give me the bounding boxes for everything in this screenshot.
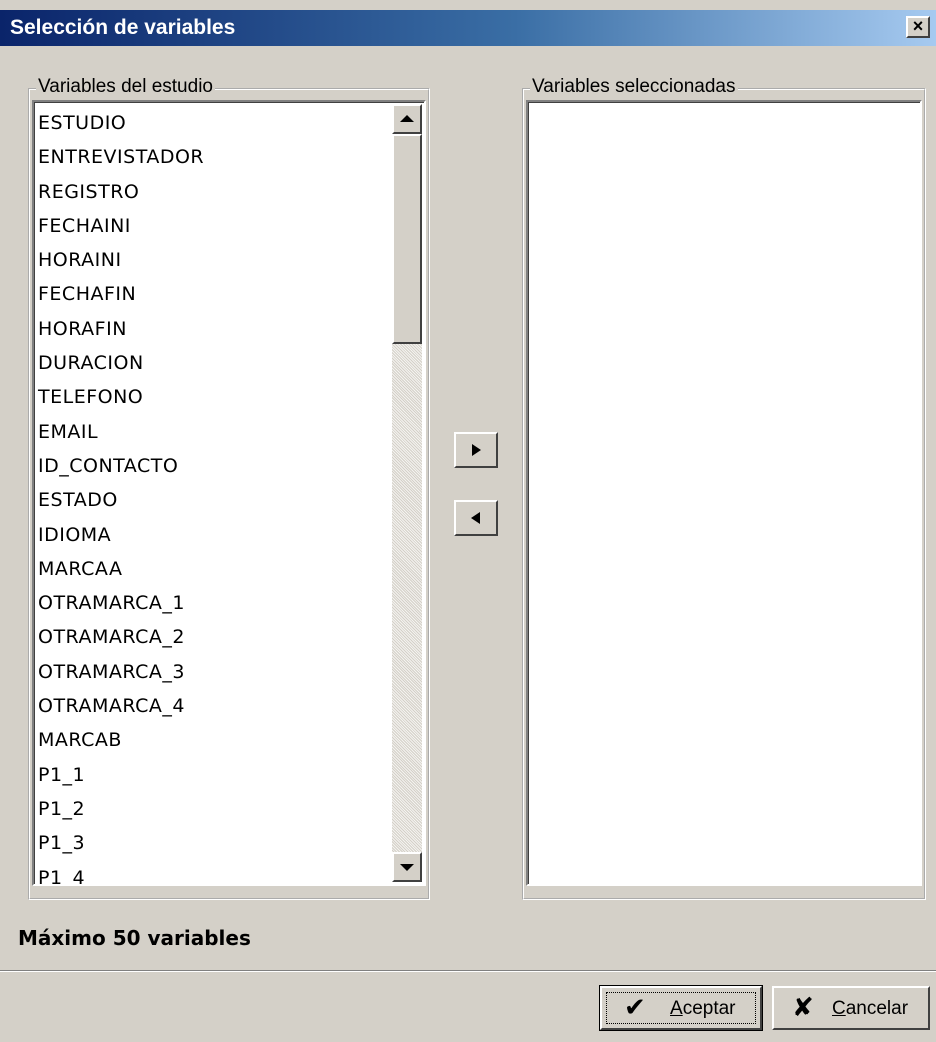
accept-mnemonic: A [670,998,683,1019]
cross-icon: ✘ [792,993,814,1023]
arrow-down-icon [400,864,414,871]
study-variable-item[interactable]: OTRAMARCA_2 [38,620,386,654]
study-variable-item[interactable]: OTRAMARCA_3 [38,655,386,689]
selection-dialog: Selección de variables × Variables del e… [0,0,936,1042]
study-variable-item[interactable]: FECHAFIN [38,277,386,311]
arrow-up-icon [400,115,414,122]
title-bar[interactable]: Selección de variables × [0,10,936,46]
study-variable-item[interactable]: ENTREVISTADOR [38,140,386,174]
selected-variables-list[interactable] [526,100,922,886]
cancel-label-rest: ancelar [845,998,909,1019]
study-variable-item[interactable]: FECHAINI [38,209,386,243]
selected-variables-label: Variables seleccionadas [530,76,738,98]
checkmark-icon: ✔ [624,993,646,1023]
study-variables-list[interactable]: ESTUDIO ENTREVISTADOR REGISTRO FECHAINI HORA… [32,100,426,886]
study-variables-items: ESTUDIO ENTREVISTADOR REGISTRO FECHAINI HORA… [38,106,386,884]
max-variables-label: Máximo 50 variables [18,926,251,950]
study-variable-item[interactable]: TELEFONO [38,380,386,414]
accept-button[interactable]: ✔ Aceptar [599,985,763,1031]
cancel-label: Cancelar [832,998,908,1020]
accept-label-rest: ceptar [682,998,736,1019]
cancel-button[interactable]: ✘ Cancelar [772,986,930,1030]
cancel-mnemonic: C [832,998,846,1019]
study-variable-item[interactable]: IDIOMA [38,518,386,552]
study-variable-item[interactable]: REGISTRO [38,175,386,209]
scroll-down-button[interactable] [392,852,422,882]
study-variable-item[interactable]: DURACION [38,346,386,380]
study-variable-item[interactable]: OTRAMARCA_1 [38,586,386,620]
remove-variable-button[interactable] [454,500,498,536]
triangle-right-icon [472,444,481,456]
study-variables-scrollbar[interactable] [392,104,422,882]
study-variable-item[interactable]: P1_4 [38,861,386,884]
study-variable-item[interactable]: HORAFIN [38,312,386,346]
study-variable-item[interactable]: P1_2 [38,792,386,826]
study-variable-item[interactable]: HORAINI [38,243,386,277]
study-variable-item[interactable]: EMAIL [38,415,386,449]
dialog-title: Selección de variables [10,16,236,39]
study-variable-item[interactable]: MARCAA [38,552,386,586]
scroll-up-button[interactable] [392,104,422,134]
add-variable-button[interactable] [454,432,498,468]
study-variable-item[interactable]: MARCAB [38,723,386,757]
study-variable-item[interactable]: ID_CONTACTO [38,449,386,483]
study-variable-item[interactable]: P1_1 [38,758,386,792]
study-variable-item[interactable]: ESTUDIO [38,106,386,140]
study-variable-item[interactable]: P1_3 [38,826,386,860]
triangle-left-icon [471,512,480,524]
close-icon: × [912,16,924,36]
footer-divider [0,970,936,972]
close-button[interactable]: × [906,16,930,38]
study-variables-label: Variables del estudio [36,76,215,98]
accept-label: Aceptar [670,998,736,1020]
study-variable-item[interactable]: ESTADO [38,483,386,517]
scroll-thumb[interactable] [392,134,422,344]
study-variable-item[interactable]: OTRAMARCA_4 [38,689,386,723]
